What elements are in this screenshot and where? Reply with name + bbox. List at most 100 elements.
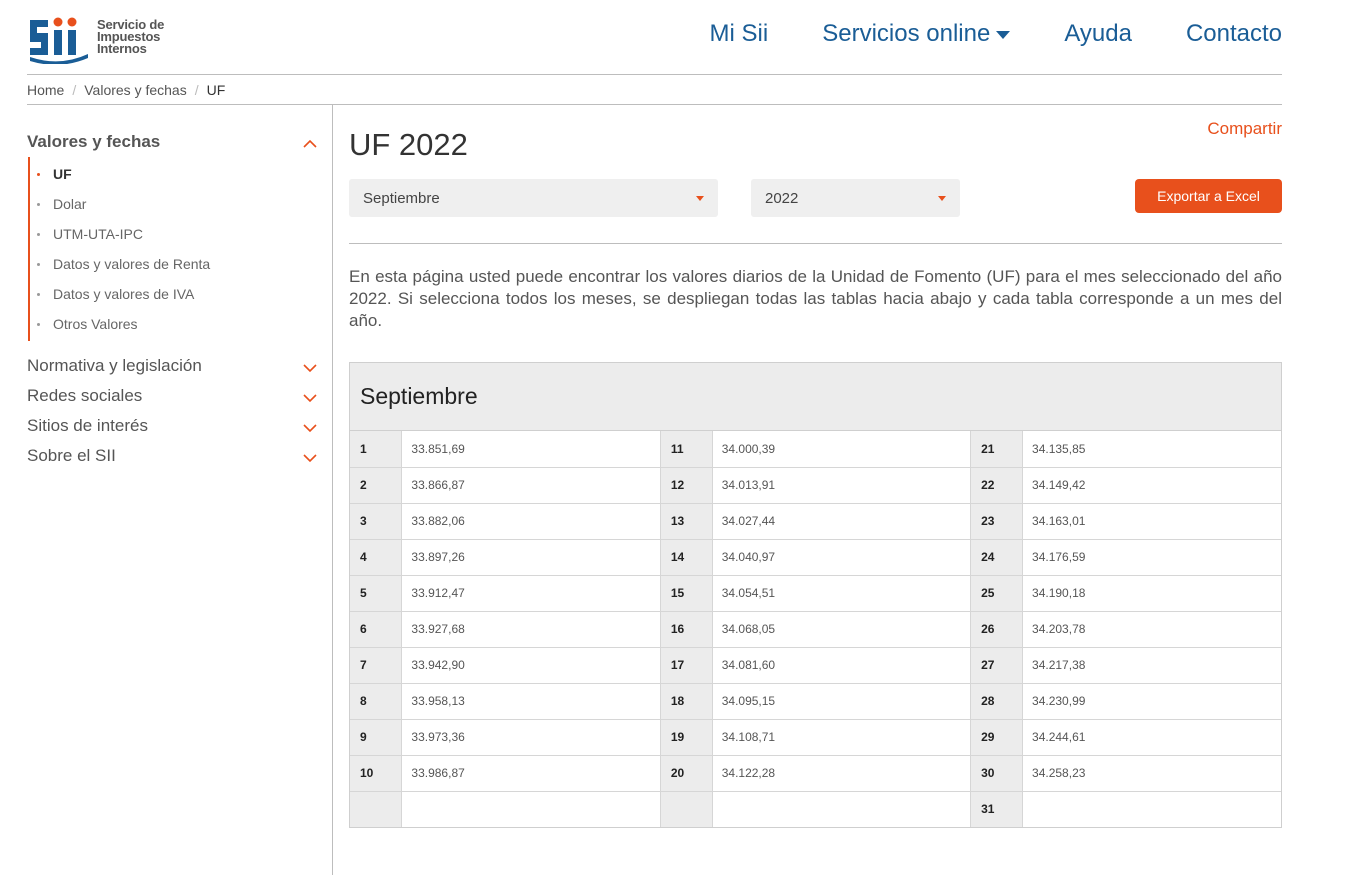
month-select[interactable]: Septiembre: [349, 179, 718, 217]
uf-value-cell: 33.927,68: [401, 610, 661, 647]
sidebar-item[interactable]: UTM-UTA-IPC: [30, 219, 322, 249]
sidebar-section-title: Redes sociales: [27, 386, 143, 405]
nav-servicios-online-label: Servicios online: [822, 20, 991, 47]
chevron-down-icon: [303, 450, 317, 463]
table-row: 10 33.986,87 20 34.122,28 30 34.258,23: [350, 754, 1281, 791]
table-row: 31: [350, 790, 1281, 827]
sidebar-section[interactable]: Redes sociales: [27, 381, 322, 411]
nav-mi-sii[interactable]: Mi Sii: [710, 20, 769, 48]
uf-value-cell: 34.217,38: [1022, 646, 1281, 683]
uf-value-cell: 34.095,15: [712, 682, 972, 719]
sidebar: Valores y fechas UF Dolar UTM-UTA-IPC Datos…: [27, 105, 322, 471]
breadcrumb-separator: /: [72, 81, 77, 98]
day-cell: 7: [350, 646, 403, 683]
uf-value-cell: 34.000,39: [712, 431, 972, 467]
day-cell: 23: [970, 502, 1024, 539]
nav-contacto[interactable]: Contacto: [1186, 20, 1282, 48]
uf-value-cell: 33.882,06: [401, 502, 661, 539]
uf-value-cell: 33.942,90: [401, 646, 661, 683]
uf-value-cell: [1022, 790, 1281, 827]
sidebar-item[interactable]: Datos y valores de IVA: [30, 279, 322, 309]
uf-value-cell: 33.866,87: [401, 466, 661, 503]
uf-value-cell: 34.230,99: [1022, 682, 1281, 719]
chevron-down-icon: [303, 420, 317, 433]
caret-down-icon: [996, 31, 1011, 39]
day-cell: 3: [350, 502, 403, 539]
day-cell: 10: [350, 754, 403, 791]
sidebar-item[interactable]: Dolar: [30, 189, 322, 219]
page-description: En esta página usted puede encontrar los…: [349, 267, 1282, 330]
table-row: 6 33.927,68 16 34.068,05 26 34.203,78: [350, 610, 1281, 647]
export-excel-button[interactable]: Exportar a Excel: [1135, 179, 1282, 213]
sidebar-item-label: Otros Valores: [53, 316, 138, 332]
sidebar-section-title: Sobre el SII: [27, 446, 116, 465]
day-cell: 1: [350, 431, 403, 467]
bullet-icon: [37, 322, 40, 326]
sidebar-section[interactable]: Sitios de interés: [27, 411, 322, 441]
sidebar-item-label: UF: [53, 166, 72, 182]
year-select[interactable]: 2022: [751, 179, 960, 217]
sidebar-section[interactable]: Sobre el SII: [27, 441, 322, 471]
bullet-icon: [37, 202, 40, 206]
uf-value-cell: 34.163,01: [1022, 502, 1281, 539]
day-cell: 17: [660, 646, 713, 683]
page-title: UF 2022: [349, 127, 468, 162]
logo-text: Servicio de Impuestos Internos: [97, 18, 164, 55]
day-cell: 13: [660, 502, 713, 539]
nav-servicios-online[interactable]: Servicios online: [822, 20, 1011, 48]
table-row: 1 33.851,69 11 34.000,39 21 34.135,85: [350, 431, 1281, 467]
site-header: Servicio de Impuestos Internos Mi Sii Se…: [27, 0, 1282, 75]
day-cell: 22: [970, 466, 1024, 503]
sidebar-item-label: Dolar: [53, 196, 87, 212]
sii-logo[interactable]: Servicio de Impuestos Internos: [27, 10, 164, 64]
sidebar-divider: [332, 105, 333, 875]
uf-value-cell: 33.851,69: [401, 431, 661, 467]
sidebar-section-valores-y-fechas[interactable]: Valores y fechas: [27, 127, 322, 157]
dropdown-triangle-icon: [938, 195, 946, 201]
day-cell: [350, 790, 403, 827]
day-cell: 9: [350, 718, 403, 755]
day-cell: 21: [970, 431, 1024, 467]
day-cell: 2: [350, 466, 403, 503]
table-row: 4 33.897,26 14 34.040,97 24 34.176,59: [350, 538, 1281, 575]
table-row: 9 33.973,36 19 34.108,71 29 34.244,61: [350, 718, 1281, 755]
uf-table-month-title: Septiembre: [350, 363, 1281, 431]
uf-value-cell: 34.013,91: [712, 466, 972, 503]
uf-value-cell: 34.244,61: [1022, 718, 1281, 755]
uf-value-cell: 34.190,18: [1022, 574, 1281, 611]
chevron-down-icon: [303, 360, 317, 373]
uf-value-cell: 34.258,23: [1022, 754, 1281, 791]
day-cell: 5: [350, 574, 403, 611]
bullet-icon: [37, 172, 40, 176]
day-cell: 28: [970, 682, 1024, 719]
bullet-icon: [37, 232, 40, 236]
table-row: 7 33.942,90 17 34.081,60 27 34.217,38: [350, 646, 1281, 683]
table-row: 2 33.866,87 12 34.013,91 22 34.149,42: [350, 466, 1281, 503]
day-cell: 4: [350, 538, 403, 575]
sidebar-item-label: UTM-UTA-IPC: [53, 226, 143, 242]
day-cell: 26: [970, 610, 1024, 647]
breadcrumb-valores-y-fechas[interactable]: Valores y fechas: [84, 82, 186, 98]
sidebar-section-title: Valores y fechas: [27, 132, 161, 151]
table-row: 3 33.882,06 13 34.027,44 23 34.163,01: [350, 502, 1281, 539]
sidebar-item[interactable]: Datos y valores de Renta: [30, 249, 322, 279]
breadcrumb-home[interactable]: Home: [27, 82, 64, 98]
share-link[interactable]: Compartir: [1207, 119, 1282, 139]
day-cell: 31: [970, 790, 1024, 827]
bullet-icon: [37, 262, 40, 266]
uf-value-cell: 33.958,13: [401, 682, 661, 719]
sidebar-item[interactable]: UF: [30, 159, 322, 189]
uf-value-cell: 34.040,97: [712, 538, 972, 575]
sidebar-section-title: Sitios de interés: [27, 416, 148, 435]
sidebar-item[interactable]: Otros Valores: [30, 309, 322, 339]
uf-table: Septiembre 1 33.851,69 11 34.000,39 21 34.135…: [349, 362, 1282, 828]
day-cell: 19: [660, 718, 713, 755]
day-cell: 29: [970, 718, 1024, 755]
day-cell: 20: [660, 754, 713, 791]
sidebar-item-label: Datos y valores de IVA: [53, 286, 195, 302]
day-cell: 16: [660, 610, 713, 647]
sidebar-section[interactable]: Normativa y legislación: [27, 351, 322, 381]
nav-ayuda[interactable]: Ayuda: [1064, 20, 1132, 48]
sidebar-closed-sections: Normativa y legislación Redes sociales Sit…: [27, 351, 322, 471]
uf-value-cell: 34.068,05: [712, 610, 972, 647]
